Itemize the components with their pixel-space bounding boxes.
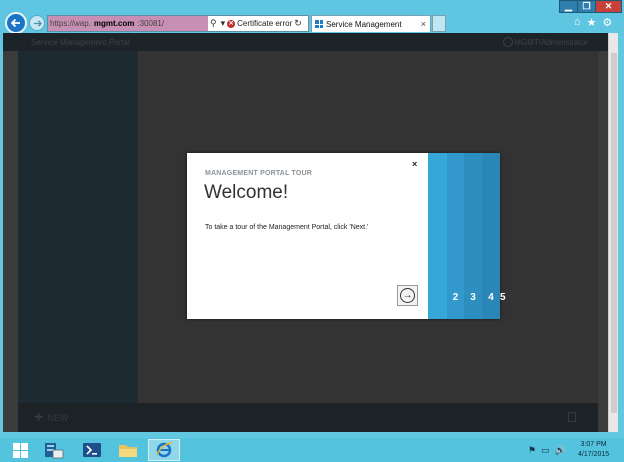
portal-user-name[interactable]: MGMT\Administrator [514, 38, 588, 47]
portal-header: Service Management Portal MGMT\Administr… [3, 33, 608, 51]
step-number: 4 [488, 292, 494, 303]
url-field[interactable]: https://wap. mgmt.com:30081/ [48, 16, 208, 31]
close-window-button[interactable]: ✕ [595, 0, 622, 13]
tab-label: Service Management [326, 19, 402, 29]
tour-step-1 [428, 153, 447, 319]
dialog-body-text: To take a tour of the Management Portal,… [205, 224, 369, 231]
home-icon[interactable]: ⌂ [574, 16, 581, 29]
clock[interactable]: 3:07 PM 4/17/2015 [578, 440, 609, 460]
taskbar-internet-explorer[interactable] [148, 439, 180, 461]
taskbar-server-manager[interactable] [38, 439, 70, 461]
clock-date: 4/17/2015 [578, 451, 610, 458]
taskbar: ⚑ ▭ 🔊 3:07 PM 4/17/2015 [0, 438, 624, 462]
close-dialog-icon[interactable]: × [412, 159, 417, 169]
dialog-eyebrow: MANAGEMENT PORTAL TOUR [205, 170, 313, 177]
server-manager-icon [45, 443, 64, 459]
gear-icon[interactable]: ⚙ [603, 16, 613, 29]
minimize-button[interactable]: ▁ [559, 0, 578, 13]
scrollbar-thumb[interactable] [611, 53, 617, 413]
arrow-right-icon [33, 19, 42, 27]
start-button[interactable] [4, 439, 36, 461]
new-tab-button[interactable] [432, 15, 446, 32]
portal-sidebar [18, 51, 138, 403]
user-icon[interactable] [503, 37, 513, 47]
plus-icon[interactable]: + [34, 409, 43, 427]
search-icon[interactable]: ⚲ [210, 18, 217, 29]
step-number: 3 [470, 292, 476, 303]
forward-button[interactable] [29, 15, 45, 31]
portal-command-bar: + NEW [18, 403, 598, 432]
network-icon[interactable]: ▭ [541, 445, 550, 456]
tour-dialog: MANAGEMENT PORTAL TOUR Welcome! To take … [187, 153, 506, 319]
arrow-right-icon: → [400, 288, 415, 303]
scrollbar[interactable] [608, 33, 618, 432]
tour-step-3[interactable]: 3 [464, 153, 482, 319]
url-domain: mgmt.com [93, 19, 135, 28]
new-button[interactable]: NEW [47, 413, 68, 423]
folder-icon [119, 445, 137, 457]
step-number: 2 [452, 292, 459, 303]
maximize-button[interactable]: ❐ [577, 0, 596, 13]
url-prefix: https://wap. [50, 19, 91, 28]
windows-logo-icon [315, 20, 323, 28]
powershell-icon [83, 443, 101, 457]
clock-time: 3:07 PM [580, 441, 607, 448]
taskbar-file-explorer[interactable] [112, 439, 144, 461]
certificate-error-label: Certificate error [237, 19, 293, 28]
chevron-down-icon[interactable]: ▾ [221, 18, 226, 29]
system-tray: ⚑ ▭ 🔊 [528, 445, 566, 456]
tour-steps: 2 3 4 5 [428, 153, 506, 319]
back-button[interactable] [5, 12, 27, 34]
certificate-error-badge[interactable]: ✕ Certificate error [227, 19, 292, 28]
address-bar[interactable]: https://wap. mgmt.com:30081/ ⚲ ▾ ✕ Certif… [47, 15, 309, 32]
browser-toolbar: ⌂ ★ ⚙ [574, 16, 612, 29]
windows-logo-icon [12, 442, 28, 458]
delete-icon[interactable] [568, 412, 576, 422]
taskbar-powershell[interactable] [76, 439, 108, 461]
error-icon: ✕ [227, 19, 236, 28]
browser-chrome: ▁ ❐ ✕ https://wap. mgmt.com:30081/ ⚲ ▾ ✕ … [0, 0, 624, 36]
internet-explorer-icon [156, 442, 173, 458]
flag-icon[interactable]: ⚑ [528, 445, 536, 456]
tour-step-4[interactable]: 4 [482, 153, 500, 319]
dialog-title: Welcome! [204, 182, 289, 203]
favorites-icon[interactable]: ★ [587, 16, 597, 29]
url-suffix: :30081/ [137, 19, 165, 28]
volume-icon[interactable]: 🔊 [555, 445, 566, 456]
next-button[interactable]: → [397, 285, 418, 306]
close-tab-icon[interactable]: × [421, 19, 426, 29]
portal-title: Service Management Portal [31, 37, 130, 47]
refresh-icon[interactable]: ↻ [294, 18, 302, 29]
tab-service-management[interactable]: Service Management × [311, 15, 431, 32]
tour-step-2[interactable]: 2 [447, 153, 464, 319]
arrow-left-icon [10, 18, 20, 28]
